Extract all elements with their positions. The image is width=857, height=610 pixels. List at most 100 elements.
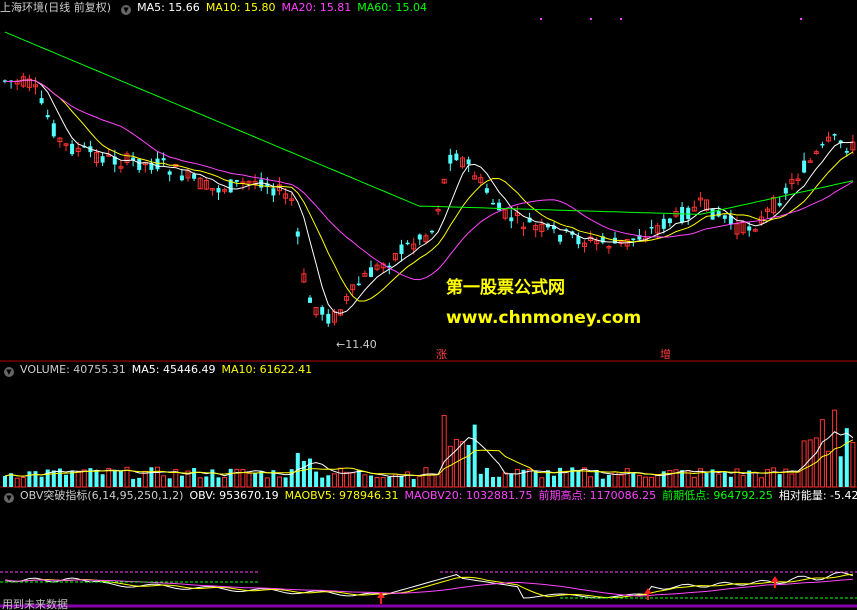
- volume-bar: [356, 469, 361, 487]
- maobv5-value: MAOBV5: 978946.31: [284, 489, 399, 502]
- volume-bar: [649, 476, 655, 488]
- volume-bar: [417, 475, 423, 488]
- volume-bar: [149, 467, 154, 487]
- candle-body: [631, 238, 636, 241]
- obv-pane[interactable]: ▼ OBV突破指标(6,14,95,250,1,2) OBV: 953670.19 M…: [0, 488, 857, 610]
- dropdown-icon[interactable]: ▼: [4, 493, 14, 503]
- candle-body: [405, 242, 410, 245]
- candle-body: [686, 207, 691, 220]
- obv-chart: [0, 571, 857, 608]
- ma10-line: [5, 79, 854, 302]
- candle-body: [716, 211, 721, 217]
- volume-bar: [161, 475, 167, 488]
- obv-header: ▼ OBV突破指标(6,14,95,250,1,2) OBV: 953670.19 M…: [0, 488, 857, 504]
- breakout-arrow-head: [644, 588, 652, 594]
- volume-bar: [81, 469, 87, 488]
- volume-bar: [259, 470, 264, 487]
- candle-body: [832, 134, 837, 136]
- volume-bar: [39, 476, 44, 487]
- volume-bar: [558, 467, 563, 487]
- volume-bar: [234, 468, 240, 488]
- volume-bar: [246, 472, 252, 488]
- volume-bar: [283, 477, 288, 487]
- volume-bar: [228, 468, 233, 487]
- volume-bar: [563, 470, 569, 488]
- volume-bar: [777, 474, 782, 487]
- volume-bar: [155, 466, 160, 488]
- volume-bar: [722, 472, 727, 487]
- volume-bar: [618, 474, 624, 488]
- volume-header: ▼ VOLUME: 40755.31 MA5: 45446.49 MA10: 6162…: [0, 362, 318, 378]
- volume-bar: [253, 472, 258, 487]
- volume-bar: [387, 476, 392, 487]
- volume-bar: [497, 476, 502, 487]
- volume-bar: [441, 415, 447, 488]
- volume-bar: [45, 469, 50, 487]
- volume-bar: [600, 478, 605, 487]
- breakout-arrow-head: [771, 576, 779, 582]
- candle-body: [497, 202, 502, 211]
- volume-bar: [502, 472, 508, 488]
- candle-body: [320, 307, 325, 315]
- ma5-line: [5, 79, 853, 314]
- candle-body: [430, 230, 434, 233]
- volume-bar: [728, 476, 733, 487]
- dropdown-icon[interactable]: ▼: [121, 5, 132, 15]
- candle-body: [680, 207, 685, 223]
- volume-bar: [70, 471, 75, 487]
- volume-bar: [527, 468, 533, 488]
- volume-bar: [807, 439, 813, 488]
- dropdown-icon[interactable]: ▼: [4, 367, 14, 377]
- volume-bar: [411, 478, 416, 487]
- volume-bar: [137, 477, 142, 487]
- volume-bar: [752, 472, 758, 488]
- volume-bar: [14, 477, 20, 488]
- candle-body: [70, 143, 75, 155]
- volume-bar: [3, 476, 7, 487]
- candle-body: [722, 215, 727, 219]
- candle-body: [326, 313, 331, 324]
- volume-bar: [326, 475, 331, 487]
- volume-bar: [374, 477, 380, 488]
- maobv20-value: MAOBV20: 1032881.75: [404, 489, 533, 502]
- volume-bar: [716, 473, 722, 488]
- top-marker: [590, 18, 592, 20]
- obv-value: OBV: 953670.19: [189, 489, 279, 502]
- volume-bar: [533, 470, 538, 487]
- candle-body: [576, 236, 581, 245]
- volume-bar: [466, 444, 471, 487]
- watermark-url: www.chnmoney.com: [446, 308, 642, 328]
- candle-body: [649, 227, 654, 229]
- candle-body: [399, 244, 404, 254]
- volume-bar: [850, 442, 856, 488]
- volume-bar: [142, 470, 148, 488]
- candle-body: [747, 226, 752, 231]
- volume-bar: [552, 475, 556, 487]
- candle-body: [179, 175, 184, 181]
- volume-bar: [216, 477, 221, 487]
- ma5-value: MA5: 15.66: [137, 1, 200, 14]
- volume-bar: [740, 474, 746, 488]
- volume-bar: [655, 474, 661, 488]
- volume-pane[interactable]: ▼ VOLUME: 40755.31 MA5: 45446.49 MA10: 6162…: [0, 362, 857, 488]
- candle-body: [491, 202, 495, 205]
- volume-bar: [264, 477, 270, 488]
- vol-ma5-value: MA5: 45446.49: [131, 363, 216, 376]
- top-marker: [800, 18, 802, 20]
- volume-bar: [795, 471, 801, 488]
- price-pane[interactable]: 上海环境(日线 前复权) ▼ MA5: 15.66 MA10: 15.80 MA20: …: [0, 0, 857, 362]
- volume-bar: [131, 478, 136, 487]
- volume-bar: [539, 477, 545, 488]
- candle-body: [137, 158, 142, 171]
- vol-ma5-line: [4, 431, 854, 477]
- volume-bar: [514, 468, 520, 488]
- volume-bar: [308, 458, 312, 487]
- candle-body: [558, 234, 563, 242]
- candle-body: [802, 160, 807, 173]
- candle-body: [308, 297, 312, 303]
- volume-bar: [51, 470, 56, 487]
- relative-energy-value: 相对能量: -5.42: [778, 489, 857, 502]
- volume-bar: [331, 473, 337, 488]
- volume-bar: [624, 468, 630, 488]
- candle-body: [45, 115, 50, 118]
